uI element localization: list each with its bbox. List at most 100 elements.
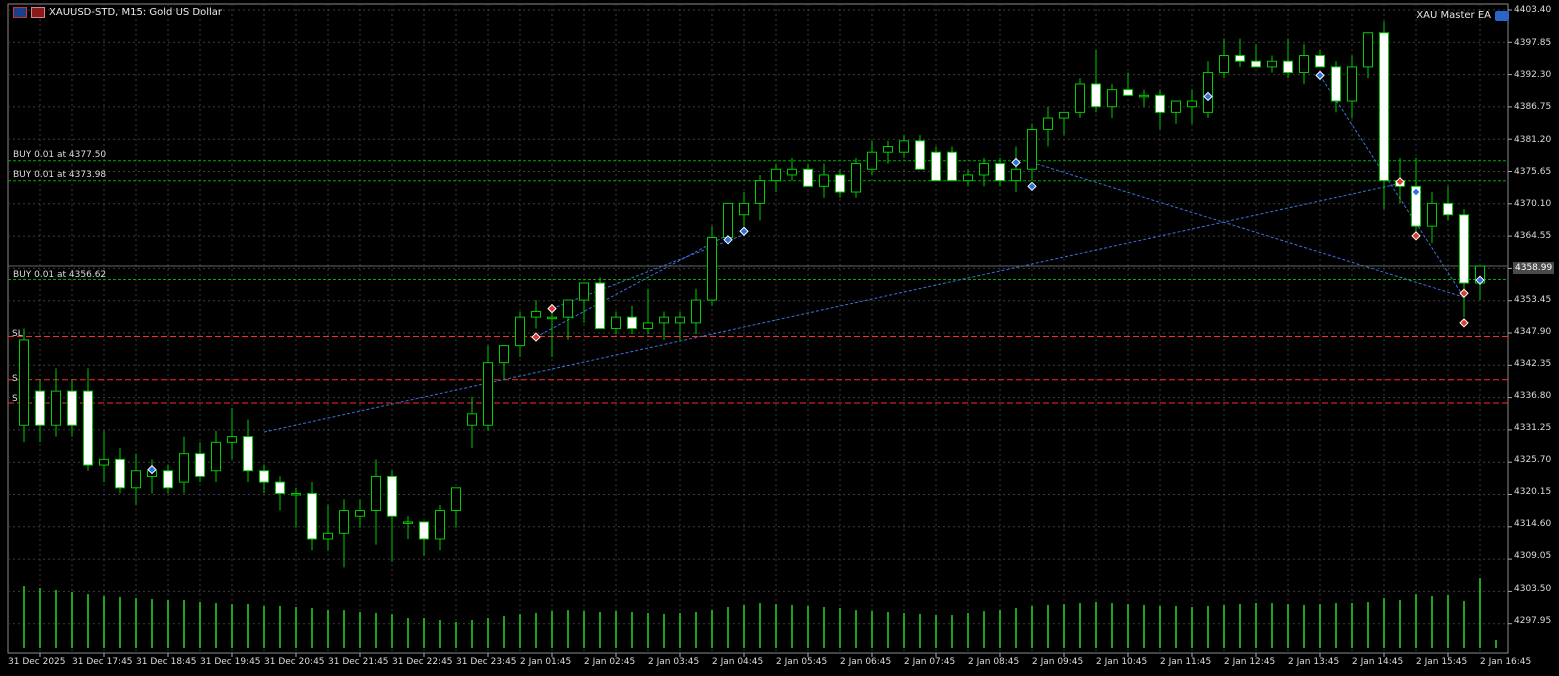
chart-menu-icon[interactable]	[13, 7, 27, 18]
y-axis-tick: 4370.10	[1514, 199, 1552, 209]
candle-body	[291, 492, 301, 496]
buy-arrow-icon	[1011, 157, 1021, 168]
expert-name: XAU Master EA	[1416, 10, 1491, 21]
order-label[interactable]: BUY 0.01 at 4356.62	[13, 270, 106, 280]
candle-body	[531, 310, 541, 318]
candle-body	[483, 362, 493, 426]
x-axis-tick: 31 Dec 23:45	[456, 657, 517, 667]
candle-body	[1027, 128, 1037, 170]
candle-body	[1155, 94, 1165, 113]
candle-body	[355, 510, 365, 517]
candle-body	[931, 151, 941, 182]
y-axis-tick: 4309.05	[1514, 551, 1552, 561]
x-axis-tick: 2 Jan 09:45	[1032, 657, 1084, 667]
candle-body	[1299, 55, 1309, 74]
chart-window[interactable]: XAUUSD-STD, M15: Gold US Dollar XAU Mast…	[0, 0, 1559, 676]
candle-body	[563, 299, 573, 318]
candle-body	[787, 168, 797, 176]
candle-body	[611, 316, 621, 330]
y-axis-tick: 4325.70	[1514, 455, 1552, 465]
candle-body	[1107, 89, 1117, 108]
expert-advisor-label[interactable]: XAU Master EA	[1416, 10, 1509, 21]
x-axis-tick: 31 Dec 2025	[8, 657, 66, 667]
candle-body	[259, 470, 269, 483]
candle-body	[1379, 32, 1389, 182]
candle-body	[899, 140, 909, 153]
candle-body	[1139, 94, 1149, 98]
candle-body	[915, 140, 925, 170]
x-axis-tick: 2 Jan 03:45	[648, 657, 700, 667]
candle-body	[707, 237, 717, 301]
candle-body	[467, 413, 477, 426]
plot-frame	[7, 3, 1509, 654]
x-axis-tick: 2 Jan 11:45	[1160, 657, 1212, 667]
candle-body	[179, 453, 189, 483]
candle-body	[979, 163, 989, 176]
candle-body	[627, 316, 637, 330]
candle-body	[547, 316, 557, 320]
candle-body	[99, 458, 109, 466]
y-axis-tick: 4403.40	[1514, 5, 1552, 15]
candle-body	[723, 202, 733, 239]
candle-body	[739, 202, 749, 216]
candle-body	[643, 322, 653, 330]
candle-body	[83, 390, 93, 466]
y-axis-tick: 4314.60	[1514, 519, 1552, 529]
trade-line	[263, 182, 1401, 433]
candle-body	[339, 510, 349, 534]
x-axis-tick: 31 Dec 20:45	[264, 657, 325, 667]
sell-arrow-icon	[1459, 288, 1469, 298]
candle-body	[771, 168, 781, 182]
candle-body	[499, 345, 509, 364]
x-axis-tick: 2 Jan 13:45	[1288, 657, 1340, 667]
instrument-icon[interactable]	[31, 7, 45, 18]
candle-body	[1251, 60, 1261, 68]
x-axis-tick: 2 Jan 14:45	[1352, 657, 1404, 667]
sell-arrow-icon	[1459, 318, 1469, 328]
candle-body	[403, 521, 413, 524]
y-axis-tick: 4331.25	[1514, 423, 1552, 433]
buy-arrow-icon	[1027, 181, 1037, 192]
price-chart[interactable]	[0, 0, 1559, 676]
candle-body	[851, 163, 861, 193]
chart-header: XAUUSD-STD, M15: Gold US Dollar	[13, 7, 222, 18]
y-axis-tick: 4297.95	[1514, 616, 1552, 626]
candle-body	[835, 174, 845, 193]
candle-body	[1267, 60, 1277, 68]
x-axis-tick: 2 Jan 16:45	[1480, 657, 1532, 667]
order-label[interactable]: BUY 0.01 at 4377.50	[13, 150, 106, 160]
candle-body	[515, 316, 525, 347]
buy-arrow-icon	[1315, 70, 1325, 81]
y-axis-tick: 4375.65	[1514, 167, 1552, 177]
x-axis-tick: 2 Jan 15:45	[1416, 657, 1468, 667]
candle-body	[323, 532, 333, 540]
sell-arrow-icon	[547, 303, 557, 314]
candle-body	[995, 163, 1005, 182]
candle-body	[163, 470, 173, 489]
x-axis-tick: 2 Jan 01:45	[520, 657, 572, 667]
x-axis-tick: 31 Dec 21:45	[328, 657, 389, 667]
y-axis-tick: 4392.30	[1514, 70, 1552, 80]
candle-body	[691, 299, 701, 324]
candle-body	[947, 151, 957, 182]
sell-arrow-icon	[531, 332, 541, 342]
candle-body	[867, 151, 877, 170]
x-axis-tick: 2 Jan 04:45	[712, 657, 764, 667]
candle-body	[19, 339, 29, 426]
candle-body	[883, 146, 893, 153]
x-axis-tick: 2 Jan 05:45	[776, 657, 828, 667]
y-axis-tick: 4347.90	[1514, 327, 1552, 337]
order-label[interactable]: BUY 0.01 at 4373.98	[13, 170, 106, 180]
candle-body	[227, 436, 237, 443]
candle-body	[451, 487, 461, 512]
candle-body	[1459, 214, 1469, 284]
x-axis-tick: 2 Jan 08:45	[968, 657, 1020, 667]
candle-body	[371, 475, 381, 512]
y-axis-tick: 4353.45	[1514, 295, 1552, 305]
candle-body	[675, 316, 685, 324]
stop-loss-label: S	[12, 394, 18, 404]
candle-body	[115, 458, 125, 489]
candle-body	[595, 282, 605, 330]
candle-body	[1219, 55, 1229, 74]
candle-body	[1043, 117, 1053, 130]
